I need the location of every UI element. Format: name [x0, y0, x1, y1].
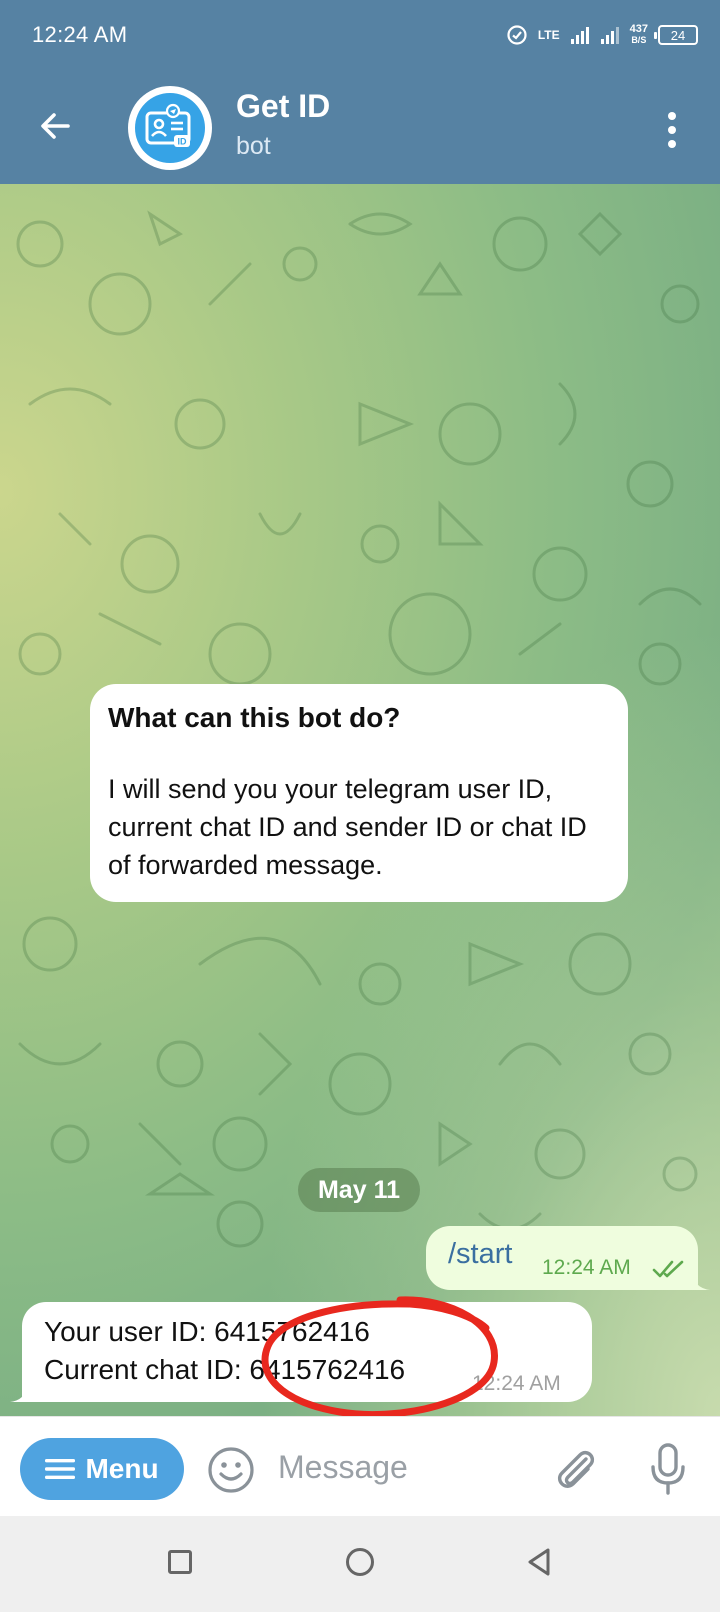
outgoing-message[interactable]: /start 12:24 AM [426, 1226, 710, 1290]
chat-area[interactable]: What can this bot do? I will send you yo… [0, 184, 720, 1416]
signal-icon [570, 27, 589, 44]
outgoing-message-text: /start [448, 1238, 513, 1270]
attach-icon[interactable] [552, 1441, 600, 1495]
microphone-icon[interactable] [648, 1441, 688, 1497]
menu-button-label: Menu [85, 1453, 159, 1484]
system-nav-bar [0, 1516, 720, 1612]
chat-subtitle: bot [236, 132, 271, 160]
status-time: 12:24 AM [32, 22, 128, 47]
recents-icon[interactable] [168, 1550, 192, 1574]
speed-unit: B/S [631, 35, 647, 45]
status-bar: 12:24 AM LTE 437 B/S 24 [0, 0, 720, 72]
outgoing-message-time: 12:24 AM [542, 1256, 631, 1279]
more-options-icon[interactable] [654, 108, 690, 152]
bubble-tail [10, 1384, 28, 1402]
nav-back-icon[interactable] [524, 1546, 556, 1578]
status-icons: LTE 437 B/S 24 [506, 20, 698, 50]
info-card-title: What can this bot do? [108, 702, 401, 733]
hamburger-icon [45, 1459, 76, 1479]
date-separator: May 11 [298, 1168, 420, 1212]
battery-level: 24 [670, 27, 686, 43]
message-input[interactable] [278, 1439, 518, 1495]
info-card-body: I will send you your telegram user ID, c… [108, 774, 587, 880]
network-type: LTE [537, 28, 560, 42]
red-annotation-circle [261, 1296, 498, 1416]
message-composer: Menu [0, 1416, 720, 1517]
chat-title[interactable]: Get ID [236, 88, 330, 125]
chat-header: ID Get ID bot [0, 72, 720, 184]
speed-value: 437 [629, 23, 648, 35]
battery-icon: 24 [654, 25, 698, 45]
id-card-icon: ID [135, 93, 205, 163]
emoji-icon[interactable] [206, 1445, 256, 1495]
read-checkmarks-icon [652, 1260, 684, 1278]
home-icon[interactable] [346, 1548, 374, 1576]
menu-button[interactable]: Menu [20, 1438, 184, 1500]
bubble-tail [692, 1272, 710, 1290]
svg-text:ID: ID [178, 137, 188, 147]
bot-info-card: What can this bot do? I will send you yo… [90, 684, 628, 902]
network-speed: 437 B/S [630, 24, 648, 46]
sync-icon [507, 25, 527, 45]
signal-icon-2 [600, 27, 619, 44]
back-arrow-icon[interactable] [34, 104, 78, 148]
avatar[interactable]: ID [128, 86, 212, 170]
